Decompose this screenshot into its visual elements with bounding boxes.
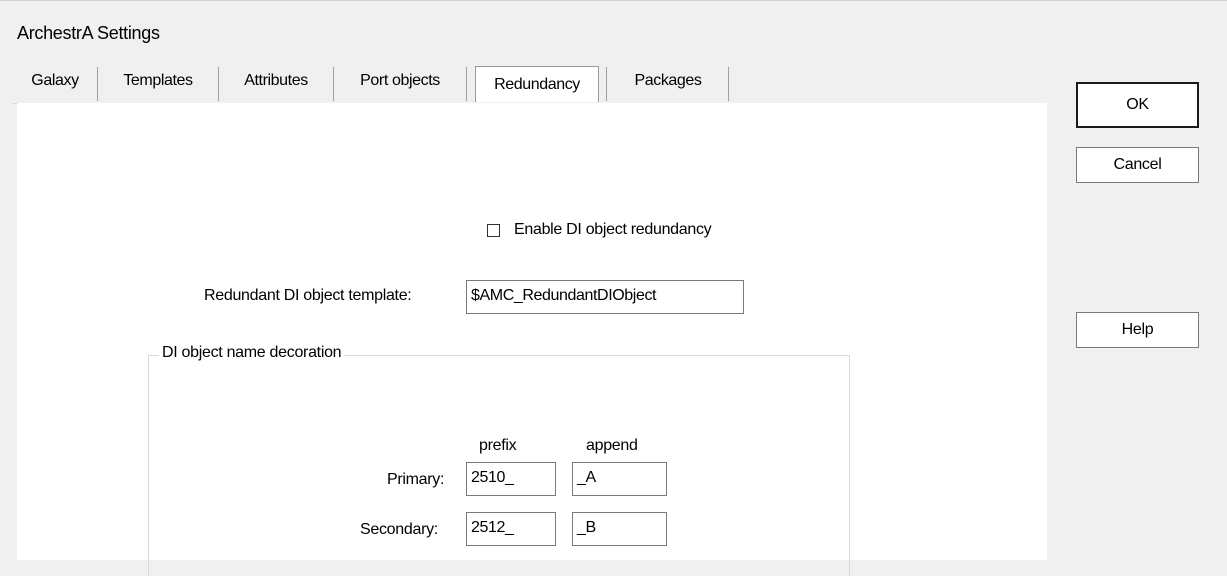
enable-redundancy-checkbox[interactable] — [487, 223, 500, 237]
tab-redundancy[interactable]: Redundancy — [475, 66, 599, 102]
tab-separator — [97, 67, 98, 101]
redundancy-panel: Enable DI object redundancy Redundant DI… — [17, 103, 1047, 576]
primary-label: Primary: — [387, 471, 445, 488]
template-label: Redundant DI object template: — [204, 287, 412, 304]
tab-galaxy[interactable]: Galaxy — [13, 59, 97, 102]
group-title: DI object name decoration — [159, 344, 345, 362]
help-button[interactable]: Help — [1076, 312, 1199, 348]
window-title: ArchestrA Settings — [17, 23, 160, 43]
append-column-header: append — [586, 437, 638, 454]
settings-dialog: ArchestrA Settings Galaxy Templates Attr… — [0, 0, 1227, 576]
tab-separator — [606, 67, 607, 101]
primary-prefix-input[interactable]: 2510_ — [466, 462, 556, 496]
tab-bar: Galaxy Templates Attributes Port objects… — [13, 59, 1047, 104]
primary-append-input[interactable]: _A — [572, 462, 667, 496]
enable-redundancy-row[interactable]: Enable DI object redundancy — [487, 221, 712, 239]
tab-attributes[interactable]: Attributes — [220, 59, 332, 102]
enable-redundancy-label: Enable DI object redundancy — [514, 221, 712, 238]
tab-packages[interactable]: Packages — [609, 59, 727, 102]
tab-separator — [466, 67, 467, 101]
secondary-prefix-input[interactable]: 2512_ — [466, 512, 556, 546]
tab-separator — [728, 67, 729, 101]
cancel-button[interactable]: Cancel — [1076, 147, 1199, 183]
secondary-label: Secondary: — [360, 521, 438, 538]
prefix-column-header: prefix — [479, 437, 517, 454]
tab-templates[interactable]: Templates — [99, 59, 217, 102]
tab-separator — [218, 67, 219, 101]
tab-separator — [333, 67, 334, 101]
secondary-append-input[interactable]: _B — [572, 512, 667, 546]
template-input[interactable]: $AMC_RedundantDIObject — [466, 280, 744, 314]
ok-button[interactable]: OK — [1076, 82, 1199, 128]
tab-port-objects[interactable]: Port objects — [335, 59, 465, 102]
